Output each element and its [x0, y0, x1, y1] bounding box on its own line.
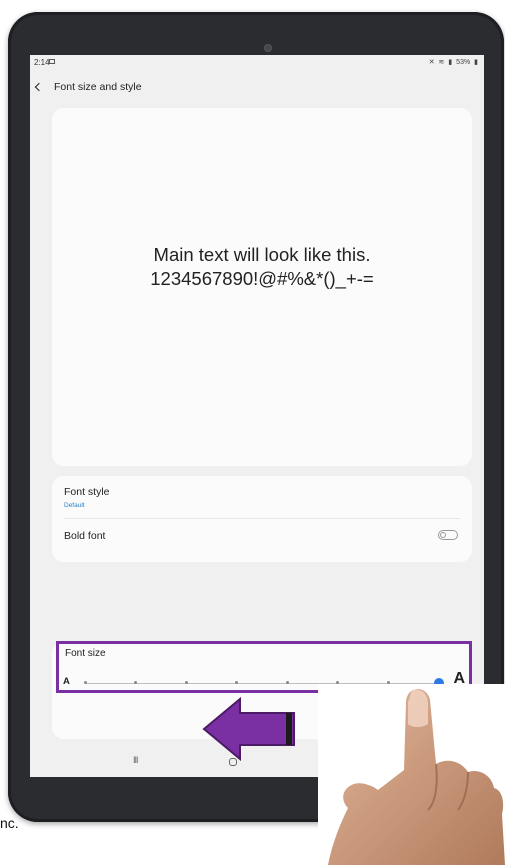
- font-size-tick: [285, 681, 289, 684]
- toggle-knob: [440, 532, 446, 538]
- left-arrow-annotation: [202, 697, 295, 761]
- battery-icon: ▮: [474, 59, 478, 66]
- recent-apps-button[interactable]: III: [133, 755, 138, 765]
- small-a-icon: A: [63, 676, 70, 687]
- font-style-title: Font style: [64, 486, 110, 498]
- pointing-hand-image: [318, 684, 505, 865]
- bold-font-title: Bold font: [64, 530, 106, 542]
- notification-mute-icon: ✕: [428, 59, 435, 66]
- gallery-icon: [49, 59, 55, 64]
- back-arrow-icon[interactable]: [34, 82, 44, 92]
- status-bar: 2:14 ✕ ≋ ▮ 53% ▮: [30, 55, 484, 69]
- page-title: Font size and style: [54, 81, 142, 93]
- preview-line-2: 1234567890!@#%&*()_+-=: [150, 268, 374, 289]
- preview-line-1: Main text will look like this.: [153, 244, 371, 265]
- font-settings-card: Font style Default Bold font: [52, 476, 472, 562]
- font-size-tick: [184, 681, 188, 684]
- status-icons: ✕ ≋ ▮ 53% ▮: [427, 58, 478, 66]
- text-preview-card: Main text will look like this. 123456789…: [52, 108, 472, 466]
- app-header: Font size and style: [30, 75, 484, 99]
- font-style-value: Default: [64, 502, 85, 509]
- front-camera: [264, 44, 272, 52]
- preview-text: Main text will look like this. 123456789…: [52, 243, 472, 291]
- battery-text: 53%: [456, 59, 471, 66]
- caption-text: nc.: [0, 815, 19, 831]
- font-size-tick: [83, 681, 87, 684]
- signal-icon: ▮: [448, 59, 453, 66]
- bold-font-toggle[interactable]: [438, 530, 458, 540]
- status-time: 2:14: [34, 58, 50, 67]
- font-size-label: Font size: [65, 648, 106, 659]
- row-divider: [64, 518, 460, 519]
- wifi-icon: ≋: [438, 59, 445, 66]
